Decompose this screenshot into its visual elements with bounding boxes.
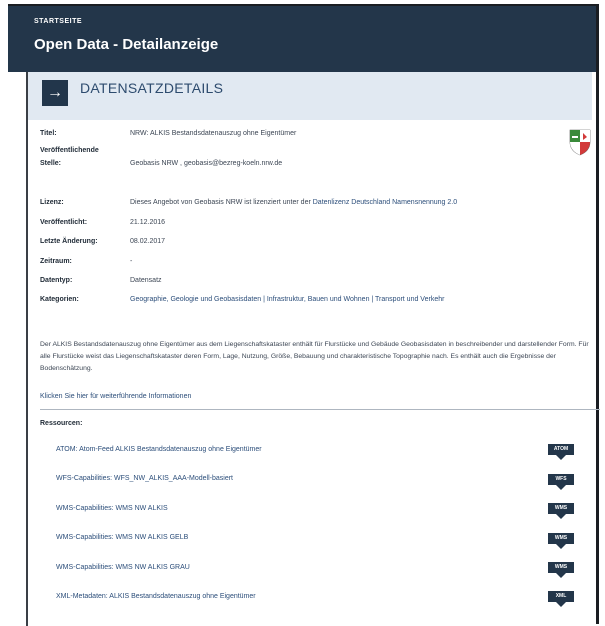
lizenz-link[interactable]: Datenlizenz Deutschland Namensnennung 2.… [313,199,457,206]
letzte-aenderung-label: Letzte Änderung: [40,238,98,245]
resource-link-atom[interactable]: ATOM: Atom-Feed ALKIS Bestandsdatenauszu… [56,446,262,453]
panel-title: DATENSATZDETAILS [80,80,224,96]
veroeffentlicht-label: Veröffentlicht: [40,219,88,226]
lizenz-text: Dieses Angebot von Geobasis NRW ist lize… [130,199,313,206]
letzte-aenderung-value: 08.02.2017 [130,238,166,245]
stelle-value: Geobasis NRW , geobasis@bezreg-koeln.nrw… [130,160,283,167]
nrw-crest-icon [569,129,591,156]
section-divider [40,409,600,410]
resources-heading: Ressourcen: [40,420,83,427]
stelle-label-line2: Stelle: [40,160,62,167]
lizenz-value: Dieses Angebot von Geobasis NRW ist lize… [130,199,457,206]
resource-link-wms-grau[interactable]: WMS-Capabilities: WMS NW ALKIS GRAU [56,564,190,571]
kategorien-label: Kategorien: [40,296,79,303]
resource-link-wms-gelb[interactable]: WMS-Capabilities: WMS NW ALKIS GELB [56,534,188,541]
lizenz-label: Lizenz: [40,199,64,206]
zeitraum-value: - [130,258,133,265]
kategorien-value[interactable]: Geographie, Geologie und Geobasisdaten |… [130,296,444,303]
resource-link-wms[interactable]: WMS-Capabilities: WMS NW ALKIS [56,505,168,512]
header-bar: STARTSEITE Open Data - Detailanzeige [8,6,596,72]
wms-grau-download-icon[interactable]: WMS [548,562,574,578]
resource-link-xml[interactable]: XML-Metadaten: ALKIS Bestandsdatenauszug… [56,593,256,600]
arrow-right-icon[interactable]: → [42,80,68,106]
description-text: Der ALKIS Bestandsdatenauszug ohne Eigen… [40,341,589,372]
stelle-label-line1: Veröffentlichende [40,147,99,154]
breadcrumb[interactable]: STARTSEITE [34,18,82,25]
veroeffentlicht-value: 21.12.2016 [130,219,166,226]
titel-value: NRW: ALKIS Bestandsdatenauszug ohne Eige… [130,130,297,137]
page-title: Open Data - Detailanzeige [34,36,219,53]
wfs-download-icon[interactable]: WFS [548,474,574,490]
wms-download-icon[interactable]: WMS [548,503,574,519]
atom-download-icon[interactable]: ATOM [548,444,574,460]
left-divider [26,72,28,626]
wms-gelb-download-icon[interactable]: WMS [548,533,574,549]
datentyp-label: Datentyp: [40,277,73,284]
titel-label: Titel: [40,130,57,137]
more-info-link[interactable]: Klicken Sie hier für weiterführende Info… [40,393,191,400]
zeitraum-label: Zeitraum: [40,258,72,265]
xml-download-icon[interactable]: XML [548,591,574,607]
datentyp-value: Datensatz [130,277,162,284]
resource-link-wfs[interactable]: WFS-Capabilities: WFS_NW_ALKIS_AAA-Model… [56,475,233,482]
